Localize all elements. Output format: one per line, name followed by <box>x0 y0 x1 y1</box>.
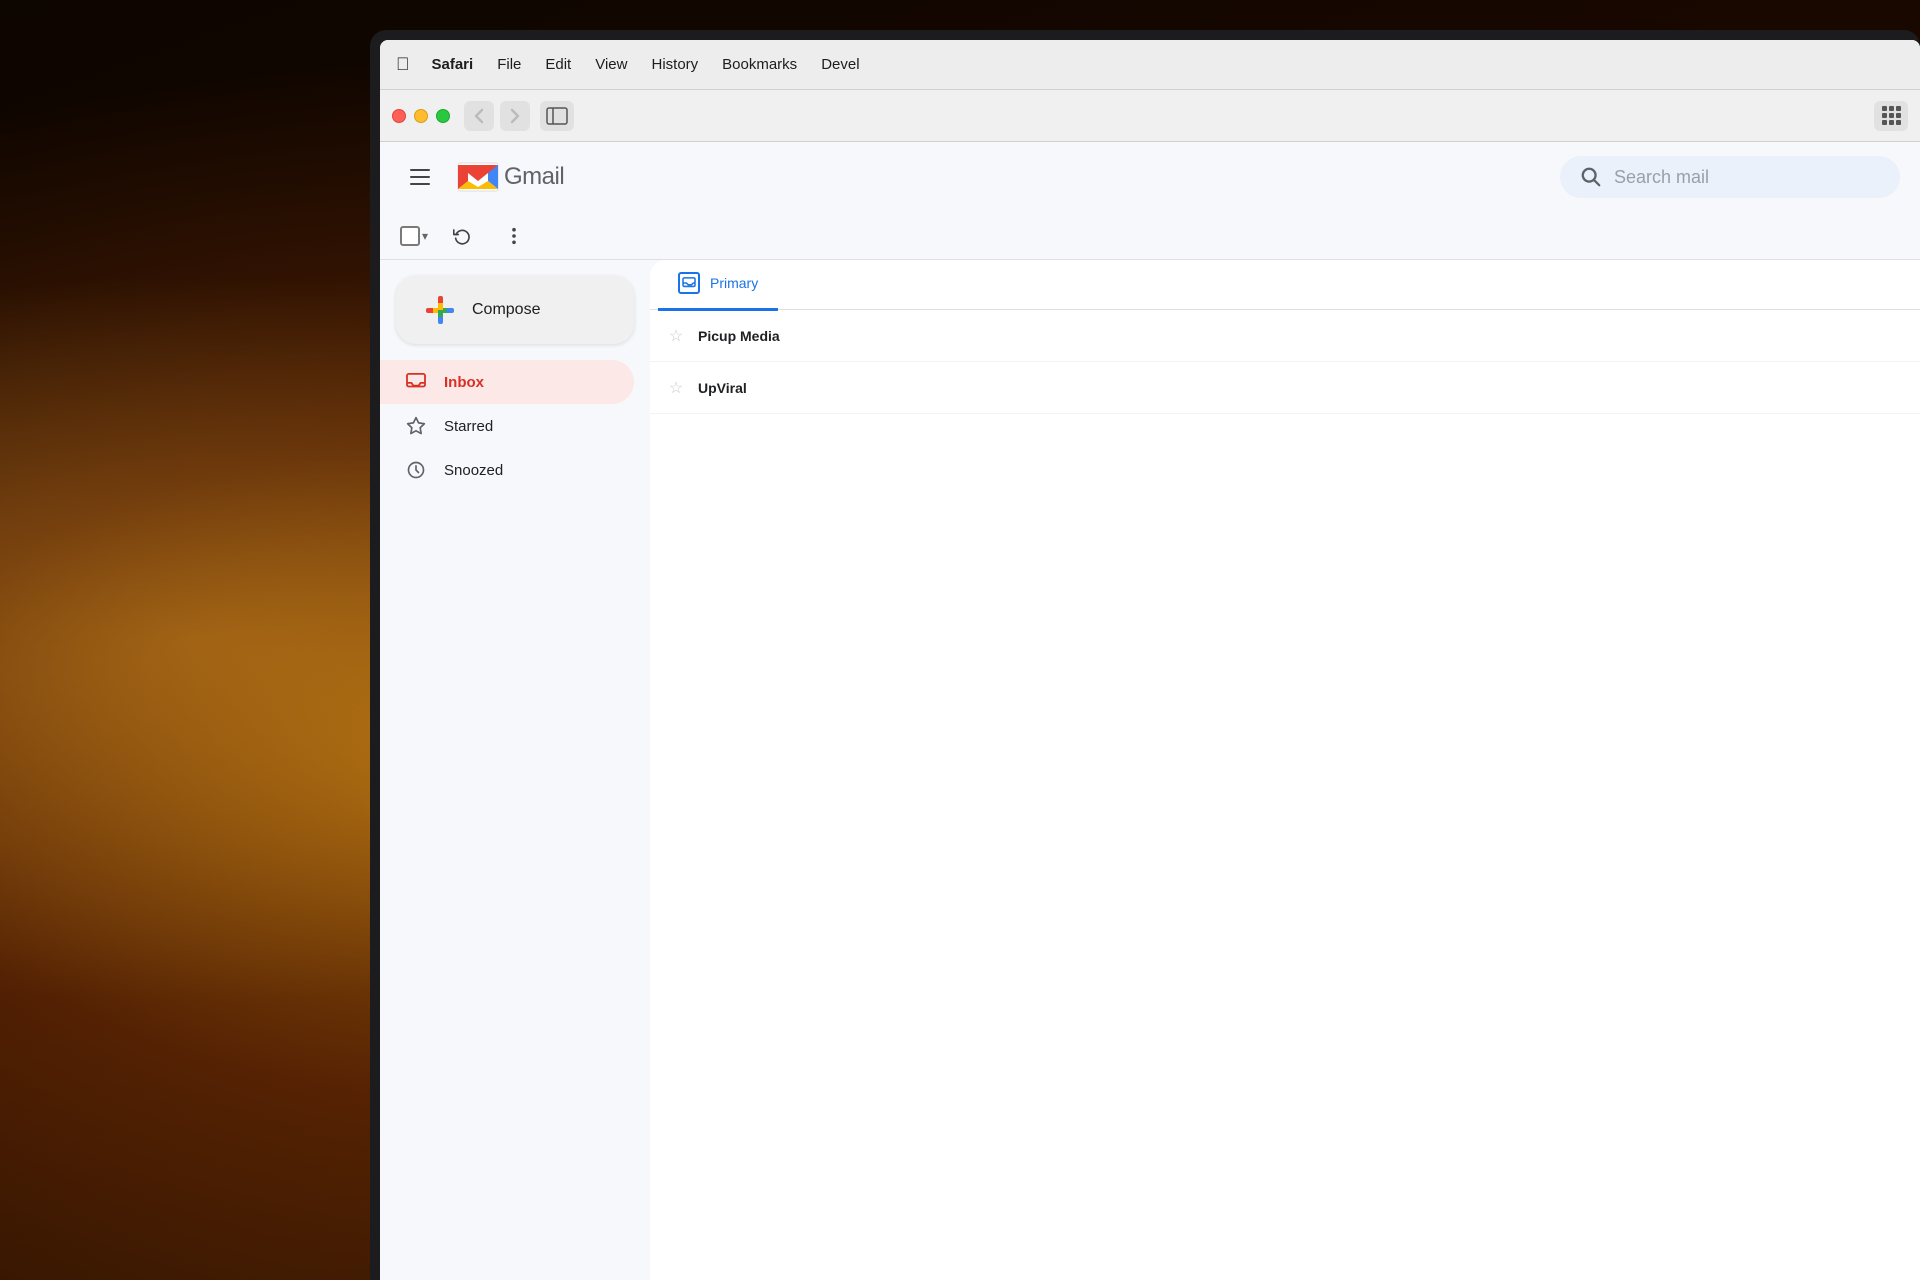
sidebar-item-label-inbox: Inbox <box>444 374 484 391</box>
macos-menu-bar:  Safari File Edit View History Bookmark… <box>380 40 1920 90</box>
menu-bookmarks[interactable]: Bookmarks <box>712 52 807 77</box>
gmail-content: Gmail Search mail <box>380 142 1920 1280</box>
screen-bezel:  Safari File Edit View History Bookmark… <box>370 30 1920 1280</box>
hamburger-line <box>410 176 430 178</box>
sidebar-item-snoozed[interactable]: Snoozed <box>380 448 634 492</box>
minimize-window-button[interactable] <box>414 109 428 123</box>
menu-edit[interactable]: Edit <box>535 52 581 77</box>
search-bar[interactable]: Search mail <box>1560 156 1900 198</box>
sidebar-item-label-starred: Starred <box>444 418 493 435</box>
gmail-sidebar: Compose Inbox <box>380 260 650 1280</box>
email-sender: Picup Media <box>698 328 858 344</box>
traffic-lights <box>392 109 450 123</box>
menu-develop[interactable]: Devel <box>811 52 869 77</box>
inbox-icon <box>404 370 428 394</box>
gmail-m-icon <box>456 161 500 193</box>
tab-overview-button[interactable] <box>1874 101 1908 131</box>
menu-history[interactable]: History <box>641 52 708 77</box>
menu-file[interactable]: File <box>487 52 531 77</box>
email-row[interactable]: ☆ Picup Media <box>650 310 1920 362</box>
select-dropdown-chevron[interactable]: ▾ <box>422 229 428 243</box>
grid-dots-icon <box>1882 106 1901 125</box>
forward-button[interactable] <box>500 101 530 131</box>
sidebar-item-starred[interactable]: Starred <box>380 404 634 448</box>
email-row[interactable]: ☆ UpViral <box>650 362 1920 414</box>
tab-primary-icon <box>678 272 700 294</box>
search-placeholder-text: Search mail <box>1614 167 1709 188</box>
tab-primary[interactable]: Primary <box>658 260 778 311</box>
tab-primary-label: Primary <box>710 275 758 291</box>
compose-button[interactable]: Compose <box>396 276 634 344</box>
gmail-tabs: Primary <box>650 260 1920 310</box>
star-button[interactable]: ☆ <box>666 326 686 346</box>
hamburger-line <box>410 183 430 185</box>
menu-view[interactable]: View <box>585 52 637 77</box>
gmail-toolbar: ▾ <box>380 212 1920 260</box>
star-icon <box>404 414 428 438</box>
more-options-button[interactable] <box>496 218 532 254</box>
gmail-main-panel: Primary ☆ Picup Media ☆ UpViral <box>650 260 1920 1280</box>
refresh-button[interactable] <box>444 218 480 254</box>
mac-laptop:  Safari File Edit View History Bookmark… <box>370 30 1920 1280</box>
menu-safari[interactable]: Safari <box>422 52 484 77</box>
maximize-window-button[interactable] <box>436 109 450 123</box>
gmail-header: Gmail Search mail <box>380 142 1920 212</box>
snoozed-icon <box>404 458 428 482</box>
back-button[interactable] <box>464 101 494 131</box>
screen-surface:  Safari File Edit View History Bookmark… <box>380 40 1920 1280</box>
sidebar-item-label-snoozed: Snoozed <box>444 462 503 479</box>
compose-label: Compose <box>472 301 540 319</box>
gmail-logo: Gmail <box>456 161 564 193</box>
close-window-button[interactable] <box>392 109 406 123</box>
sidebar-item-inbox[interactable]: Inbox <box>380 360 634 404</box>
apple-menu-icon[interactable]:  <box>396 54 410 75</box>
gmail-label: Gmail <box>504 163 564 191</box>
gmail-body: Compose Inbox <box>380 260 1920 1280</box>
compose-plus-icon <box>424 294 456 326</box>
email-list: ☆ Picup Media ☆ UpViral <box>650 310 1920 1280</box>
star-button[interactable]: ☆ <box>666 378 686 398</box>
search-icon <box>1580 166 1602 188</box>
select-all-checkbox-wrapper[interactable]: ▾ <box>400 226 428 246</box>
sidebar-toggle-button[interactable] <box>540 101 574 131</box>
hamburger-menu-button[interactable] <box>400 157 440 197</box>
safari-toolbar <box>380 90 1920 142</box>
select-all-checkbox[interactable] <box>400 226 420 246</box>
hamburger-line <box>410 169 430 171</box>
email-sender: UpViral <box>698 380 858 396</box>
